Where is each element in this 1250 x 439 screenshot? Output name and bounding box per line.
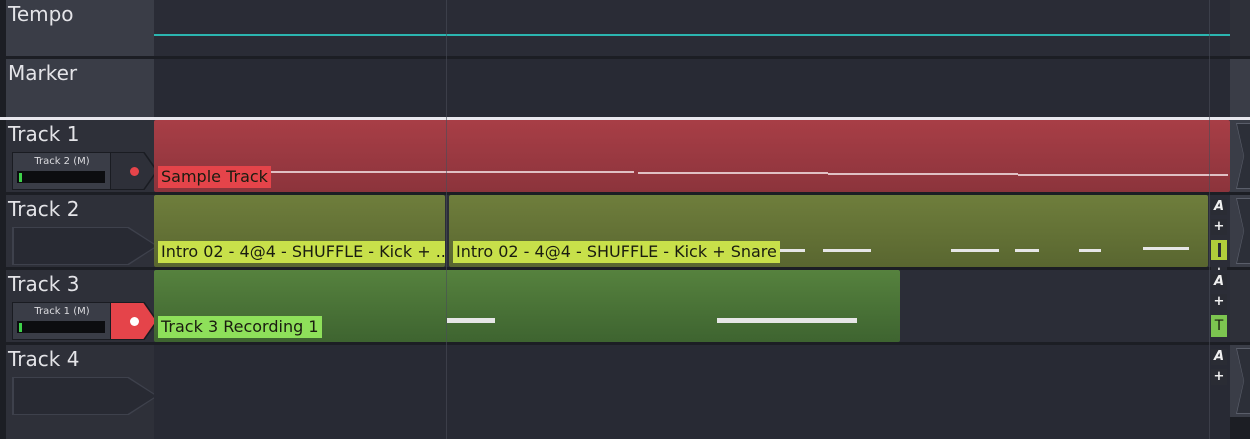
track-lane-4[interactable] <box>154 345 1230 439</box>
track-name: Track 3 <box>8 272 80 296</box>
track-lane-2[interactable]: Intro 02 - 4@4 - SHUFFLE - Kick + ... In… <box>154 195 1230 267</box>
track-right-panel-3 <box>1230 270 1250 342</box>
tempo-label: Tempo <box>8 2 74 26</box>
note <box>447 318 495 323</box>
track-row-2: Track 2 Intro 02 - 4@4 - SHUFFLE - Kick … <box>0 195 1250 267</box>
automation-line <box>1018 174 1228 176</box>
route-label: Track 1 (M) <box>34 306 90 317</box>
record-icon <box>130 317 139 326</box>
tempo-row: Tempo <box>0 0 1250 56</box>
track-row-1: Track 1 Track 2 (M) Sample Track A + <box>0 120 1250 281</box>
clip[interactable]: Intro 02 - 4@4 - SHUFFLE - Kick + ... <box>154 195 445 267</box>
level-meter <box>17 171 105 183</box>
record-icon <box>130 167 139 176</box>
clip-label: Track 3 Recording 1 <box>158 316 322 338</box>
marker-right-panel <box>1230 59 1250 117</box>
track-right-panel-2 <box>1230 195 1250 267</box>
clip[interactable]: Sample Track <box>154 120 1230 192</box>
clip-label: Intro 02 - 4@4 - SHUFFLE - Kick + ... <box>158 241 445 263</box>
track-lane-1[interactable]: Sample Track <box>154 120 1230 192</box>
level-indicator <box>1211 240 1227 260</box>
add-lane-button[interactable]: + <box>1211 369 1227 385</box>
track-right-panel-4 <box>1230 345 1250 417</box>
track-header-4[interactable]: Track 4 <box>6 345 158 439</box>
empty-routing-slot[interactable] <box>14 228 156 264</box>
track-lane-3[interactable]: Track 3 Recording 1 <box>154 270 1230 342</box>
track-row-4: Track 4 A + <box>0 345 1250 439</box>
automation-line <box>638 172 828 174</box>
tempo-right-panel <box>1230 0 1250 56</box>
clip[interactable]: Intro 02 - 4@4 - SHUFFLE - Kick + Snare <box>449 195 1208 267</box>
note <box>1079 249 1101 252</box>
add-lane-button[interactable]: + <box>1211 219 1227 235</box>
clip[interactable]: Track 3 Recording 1 <box>154 270 900 342</box>
empty-routing-slot[interactable] <box>14 378 156 414</box>
marker-row: Marker <box>0 59 1250 117</box>
track-header-1[interactable]: Track 1 Track 2 (M) <box>6 120 158 192</box>
level-meter <box>17 321 105 333</box>
clip-label: Sample Track <box>158 166 271 188</box>
grid-line <box>1209 0 1210 439</box>
route-label: Track 2 (M) <box>34 156 90 167</box>
track-name: Track 1 <box>8 122 80 146</box>
note <box>717 318 857 323</box>
input-routing-button[interactable]: Track 2 (M) <box>12 152 112 190</box>
clip-label: Intro 02 - 4@4 - SHUFFLE - Kick + Snare <box>453 241 780 263</box>
note <box>1015 249 1039 252</box>
track-header-3[interactable]: Track 3 Track 1 (M) <box>6 270 158 342</box>
track-right-panel-1 <box>1230 120 1250 192</box>
note <box>823 249 871 252</box>
note <box>951 249 999 252</box>
grid-line <box>446 0 447 439</box>
automation-button[interactable]: A <box>1211 274 1227 290</box>
add-lane-button[interactable]: + <box>1211 294 1227 310</box>
marker-lane[interactable] <box>154 59 1230 117</box>
tempo-lane[interactable] <box>154 0 1230 56</box>
track-header-2[interactable]: Track 2 <box>6 195 158 267</box>
track-name: Track 4 <box>8 347 80 371</box>
marker-header[interactable]: Marker <box>6 59 154 117</box>
track-row-3: Track 3 Track 1 (M) Track 3 Recording 1 … <box>0 270 1250 342</box>
automation-line <box>264 171 634 173</box>
input-routing-button[interactable]: Track 1 (M) <box>12 302 112 340</box>
tempo-line[interactable] <box>154 34 1230 36</box>
automation-button[interactable]: A <box>1211 349 1227 365</box>
tuner-button[interactable]: T <box>1211 315 1227 337</box>
marker-label: Marker <box>8 61 78 85</box>
track-name: Track 2 <box>8 197 80 221</box>
note <box>1143 247 1189 250</box>
automation-line <box>828 173 1018 175</box>
automation-button[interactable]: A <box>1211 199 1227 215</box>
tempo-header[interactable]: Tempo <box>6 0 154 56</box>
